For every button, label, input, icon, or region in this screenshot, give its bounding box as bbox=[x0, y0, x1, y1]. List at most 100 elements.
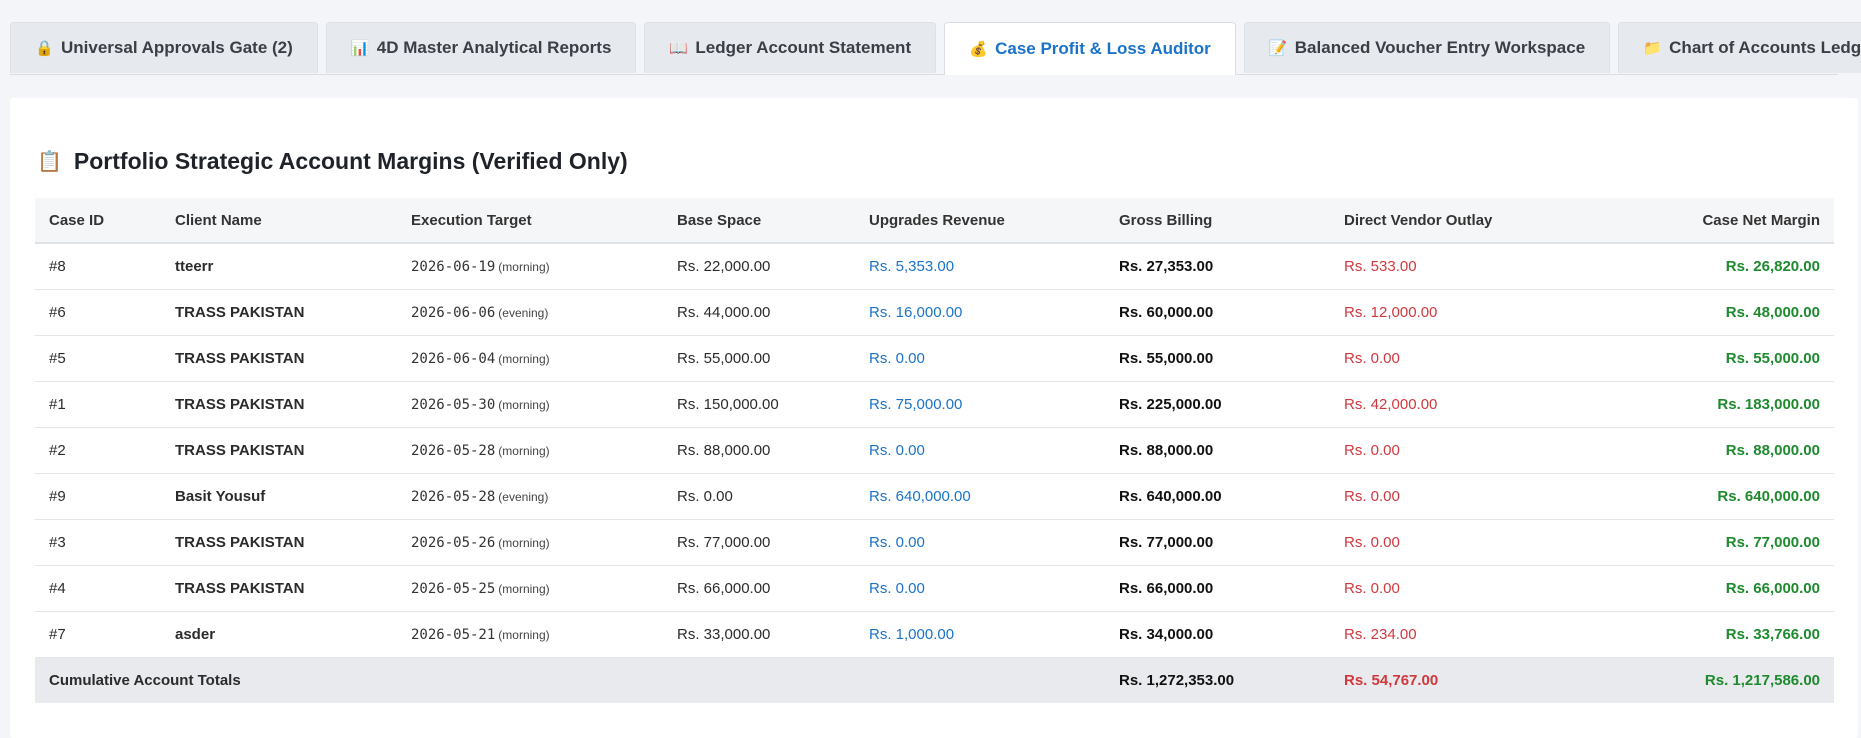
upgrades-revenue: Rs. 75,000.00 bbox=[869, 395, 963, 413]
table-row[interactable]: #7 asder 2026-05-21 (morning) Rs. 33,000.… bbox=[35, 611, 1834, 657]
total-gross-billing: Rs. 1,272,353.00 bbox=[1119, 671, 1235, 689]
table-row[interactable]: #8 tteerr 2026-06-19 (morning) Rs. 22,000… bbox=[35, 243, 1834, 289]
lock-icon: 🔒 bbox=[35, 40, 54, 57]
table-row[interactable]: #3 TRASS PAKISTAN 2026-05-26 (morning) Rs… bbox=[35, 519, 1834, 565]
upgrades-revenue: Rs. 0.00 bbox=[869, 441, 925, 459]
execution-slot: (morning) bbox=[498, 535, 550, 550]
column-header-client-name[interactable]: Client Name bbox=[161, 198, 397, 243]
execution-target: 2026-05-21 (morning) bbox=[397, 611, 663, 657]
case-net-margin: Rs. 183,000.00 bbox=[1717, 395, 1820, 413]
tab-case-profit-loss-auditor[interactable]: 💰 Case Profit & Loss Auditor bbox=[944, 22, 1236, 75]
execution-slot: (morning) bbox=[498, 259, 550, 274]
case-id: #6 bbox=[49, 303, 66, 321]
base-space: Rs. 22,000.00 bbox=[677, 257, 771, 275]
tab-label: Case Profit & Loss Auditor bbox=[995, 39, 1211, 58]
upgrades-revenue: Rs. 16,000.00 bbox=[869, 303, 963, 321]
gross-billing: Rs. 77,000.00 bbox=[1119, 533, 1214, 551]
table-header-row: Case ID Client Name Execution Target Bas… bbox=[35, 198, 1834, 243]
upgrades-revenue: Rs. 0.00 bbox=[869, 533, 925, 551]
execution-target: 2026-05-25 (morning) bbox=[397, 565, 663, 611]
client-name: asder bbox=[175, 625, 216, 643]
tab-label: Chart of Accounts Ledger Map bbox=[1669, 38, 1861, 57]
tab-balanced-voucher-entry-workspace[interactable]: 📝 Balanced Voucher Entry Workspace bbox=[1243, 22, 1611, 73]
column-header-gross-billing[interactable]: Gross Billing bbox=[1105, 198, 1330, 243]
margins-table: Case ID Client Name Execution Target Bas… bbox=[35, 198, 1834, 703]
execution-slot: (morning) bbox=[498, 351, 550, 366]
client-name: tteerr bbox=[175, 257, 214, 275]
column-header-base-space[interactable]: Base Space bbox=[663, 198, 855, 243]
case-id: #5 bbox=[49, 349, 66, 367]
tab-label: Ledger Account Statement bbox=[695, 38, 912, 57]
direct-vendor-outlay: Rs. 234.00 bbox=[1344, 625, 1417, 643]
case-id: #4 bbox=[49, 579, 66, 597]
execution-date: 2026-06-19 bbox=[411, 258, 496, 275]
execution-slot: (morning) bbox=[498, 397, 550, 412]
execution-target: 2026-05-26 (morning) bbox=[397, 519, 663, 565]
clipboard-icon: 📋 bbox=[37, 151, 62, 173]
case-net-margin: Rs. 33,766.00 bbox=[1725, 625, 1820, 643]
case-net-margin: Rs. 55,000.00 bbox=[1725, 349, 1820, 367]
upgrades-revenue: Rs. 0.00 bbox=[869, 579, 925, 597]
direct-vendor-outlay: Rs. 0.00 bbox=[1344, 349, 1400, 367]
direct-vendor-outlay: Rs. 0.00 bbox=[1344, 487, 1400, 505]
tab-chart-of-accounts-ledger-map[interactable]: 📁 Chart of Accounts Ledger Map bbox=[1618, 22, 1861, 73]
base-space: Rs. 88,000.00 bbox=[677, 441, 771, 459]
case-id: #9 bbox=[49, 487, 66, 505]
total-case-net-margin: Rs. 1,217,586.00 bbox=[1704, 671, 1820, 689]
section-heading: 📋 Portfolio Strategic Account Margins (V… bbox=[37, 148, 628, 175]
table-row[interactable]: #1 TRASS PAKISTAN 2026-05-30 (morning) Rs… bbox=[35, 381, 1834, 427]
execution-date: 2026-05-26 bbox=[411, 534, 496, 551]
tab-universal-approvals-gate[interactable]: 🔒 Universal Approvals Gate (2) bbox=[10, 22, 318, 73]
upgrades-revenue: Rs. 640,000.00 bbox=[869, 487, 971, 505]
column-header-execution-target[interactable]: Execution Target bbox=[397, 198, 663, 243]
case-id: #7 bbox=[49, 625, 66, 643]
gross-billing: Rs. 27,353.00 bbox=[1119, 257, 1214, 275]
tab-4d-master-analytical-reports[interactable]: 📊 4D Master Analytical Reports bbox=[325, 22, 637, 73]
column-header-upgrades-revenue[interactable]: Upgrades Revenue bbox=[855, 198, 1105, 243]
execution-date: 2026-06-06 bbox=[411, 304, 496, 321]
case-id: #3 bbox=[49, 533, 66, 551]
base-space: Rs. 33,000.00 bbox=[677, 625, 771, 643]
tab-ledger-account-statement[interactable]: 📖 Ledger Account Statement bbox=[644, 22, 937, 73]
tab-bar: 🔒 Universal Approvals Gate (2) 📊 4D Mast… bbox=[10, 22, 1861, 75]
execution-date: 2026-05-21 bbox=[411, 626, 496, 643]
case-id: #1 bbox=[49, 395, 66, 413]
folder-icon: 📁 bbox=[1643, 40, 1662, 57]
case-id: #2 bbox=[49, 441, 66, 459]
gross-billing: Rs. 34,000.00 bbox=[1119, 625, 1214, 643]
execution-date: 2026-05-28 bbox=[411, 488, 496, 505]
execution-slot: (evening) bbox=[498, 305, 549, 320]
base-space: Rs. 150,000.00 bbox=[677, 395, 779, 413]
tab-label: Balanced Voucher Entry Workspace bbox=[1294, 38, 1586, 57]
table-row[interactable]: #9 Basit Yousuf 2026-05-28 (evening) Rs. … bbox=[35, 473, 1834, 519]
column-header-case-net-margin[interactable]: Case Net Margin bbox=[1600, 198, 1834, 243]
column-header-direct-vendor-outlay[interactable]: Direct Vendor Outlay bbox=[1330, 198, 1600, 243]
client-name: TRASS PAKISTAN bbox=[175, 349, 305, 367]
execution-slot: (morning) bbox=[498, 443, 550, 458]
gross-billing: Rs. 66,000.00 bbox=[1119, 579, 1214, 597]
table-row[interactable]: #2 TRASS PAKISTAN 2026-05-28 (morning) Rs… bbox=[35, 427, 1834, 473]
table-row[interactable]: #5 TRASS PAKISTAN 2026-06-04 (morning) Rs… bbox=[35, 335, 1834, 381]
execution-target: 2026-05-30 (morning) bbox=[397, 381, 663, 427]
totals-label: Cumulative Account Totals bbox=[49, 671, 241, 689]
execution-date: 2026-05-30 bbox=[411, 396, 496, 413]
client-name: TRASS PAKISTAN bbox=[175, 395, 305, 413]
execution-date: 2026-05-25 bbox=[411, 580, 496, 597]
base-space: Rs. 55,000.00 bbox=[677, 349, 771, 367]
execution-target: 2026-06-04 (morning) bbox=[397, 335, 663, 381]
upgrades-revenue: Rs. 5,353.00 bbox=[869, 257, 955, 275]
client-name: TRASS PAKISTAN bbox=[175, 303, 305, 321]
client-name: TRASS PAKISTAN bbox=[175, 441, 305, 459]
section-title: Portfolio Strategic Account Margins (Ver… bbox=[73, 148, 628, 174]
table-row[interactable]: #6 TRASS PAKISTAN 2026-06-06 (evening) Rs… bbox=[35, 289, 1834, 335]
direct-vendor-outlay: Rs. 0.00 bbox=[1344, 441, 1400, 459]
column-header-case-id[interactable]: Case ID bbox=[35, 198, 161, 243]
execution-target: 2026-05-28 (evening) bbox=[397, 473, 663, 519]
upgrades-revenue: Rs. 0.00 bbox=[869, 349, 925, 367]
base-space: Rs. 44,000.00 bbox=[677, 303, 771, 321]
case-net-margin: Rs. 77,000.00 bbox=[1725, 533, 1820, 551]
execution-target: 2026-06-06 (evening) bbox=[397, 289, 663, 335]
direct-vendor-outlay: Rs. 0.00 bbox=[1344, 533, 1400, 551]
table-row[interactable]: #4 TRASS PAKISTAN 2026-05-25 (morning) Rs… bbox=[35, 565, 1834, 611]
gross-billing: Rs. 60,000.00 bbox=[1119, 303, 1214, 321]
